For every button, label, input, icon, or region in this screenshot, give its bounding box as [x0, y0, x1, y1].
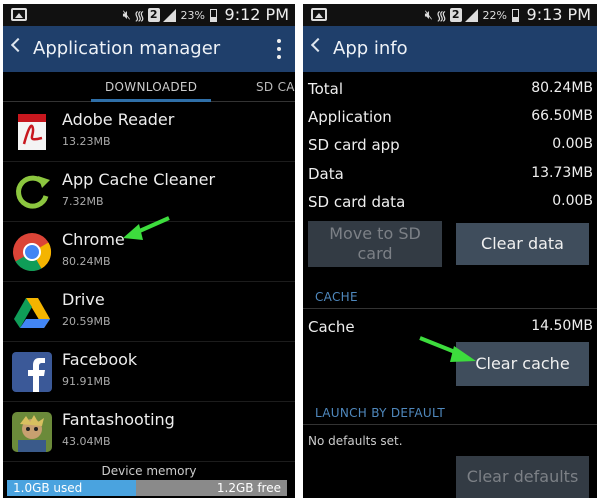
app-name: Fantashooting — [62, 410, 175, 429]
app-size: 7.32MB — [62, 195, 104, 208]
storage-label: SD card data — [308, 193, 406, 211]
tab-sd-card[interactable]: SD CAR — [256, 80, 295, 94]
app-name: Drive — [62, 290, 105, 309]
storage-label: SD card app — [308, 136, 400, 154]
move-to-sd-card-button[interactable]: Move to SD card — [308, 221, 442, 267]
tab-bar: DOWNLOADED SD CAR — [3, 72, 295, 102]
page-title: App info — [333, 38, 408, 59]
storage-label: Application — [308, 108, 392, 126]
app-cache-cleaner-icon — [16, 175, 50, 209]
app-size: 80.24MB — [62, 255, 111, 268]
status-bar: 🔇︎ ᯾ 2 23% 9:12 PM — [3, 4, 295, 26]
memory-bar: 1.0GB used 1.2GB free — [7, 480, 287, 496]
back-icon[interactable] — [10, 37, 26, 53]
action-bar: App info — [303, 26, 597, 72]
battery-icon — [512, 8, 519, 22]
storage-value: 0.00B — [552, 136, 593, 152]
battery-percent: 22% — [482, 8, 507, 22]
memory-free-text: 1.2GB free — [216, 481, 281, 495]
status-time: 9:13 PM — [526, 5, 591, 24]
app-size: 13.23MB — [62, 135, 111, 148]
adobe-reader-icon — [18, 114, 46, 150]
storage-sd-card-app-row: SD card app 0.00B — [308, 136, 593, 154]
mute-icon: 🔇︎ — [424, 7, 433, 23]
clear-defaults-button[interactable]: Clear defaults — [456, 456, 589, 498]
list-item-adobe-reader[interactable]: Adobe Reader 13.23MB — [3, 102, 295, 162]
list-item-app-cache-cleaner[interactable]: App Cache Cleaner 7.32MB — [3, 162, 295, 222]
signal-icon — [464, 8, 478, 22]
list-item-fantashooting[interactable]: Fantashooting 43.04MB — [3, 402, 295, 462]
app-name: Adobe Reader — [62, 110, 175, 129]
green-arrow-icon — [123, 216, 170, 240]
cache-label: Cache — [308, 318, 355, 336]
app-name: Facebook — [62, 350, 138, 369]
overflow-menu-icon[interactable] — [277, 39, 281, 59]
status-time: 9:12 PM — [224, 5, 289, 24]
battery-percent: 23% — [180, 8, 205, 22]
sim-badge: 2 — [449, 8, 462, 22]
status-bar: 🔇︎ ᯾ 2 22% 9:13 PM — [303, 4, 597, 26]
wifi-icon: ᯾ — [133, 9, 145, 24]
battery-icon — [210, 8, 217, 22]
storage-label: Total — [308, 80, 344, 98]
page-title: Application manager — [33, 38, 221, 59]
list-item-drive[interactable]: Drive 20.59MB — [3, 282, 295, 342]
memory-label: Device memory — [101, 464, 197, 478]
app-size: 91.91MB — [62, 375, 111, 388]
storage-value: 0.00B — [552, 193, 593, 209]
app-name: Chrome — [62, 230, 125, 249]
storage-application-row: Application 66.50MB — [308, 108, 593, 126]
storage-value: 66.50MB — [531, 108, 593, 124]
memory-used-text: 1.0GB used — [13, 481, 83, 495]
launch-by-default-header: LAUNCH BY DEFAULT — [315, 406, 445, 420]
storage-sd-card-data-row: SD card data 0.00B — [308, 193, 593, 211]
app-name: App Cache Cleaner — [62, 170, 216, 189]
storage-label: Data — [308, 165, 344, 183]
no-defaults-text: No defaults set. — [308, 434, 403, 448]
tab-downloaded[interactable]: DOWNLOADED — [105, 80, 197, 94]
app-size: 20.59MB — [62, 315, 111, 328]
application-manager-screen: 🔇︎ ᯾ 2 23% 9:12 PM Application manager D… — [3, 4, 295, 498]
list-item-facebook[interactable]: Facebook 91.91MB — [3, 342, 295, 402]
chrome-icon — [13, 233, 52, 272]
back-icon[interactable] — [310, 37, 326, 53]
storage-value: 13.73MB — [531, 165, 593, 181]
action-bar: Application manager — [3, 26, 295, 72]
device-memory: Device memory 1.0GB used 1.2GB free — [3, 458, 295, 498]
cache-value: 14.50MB — [531, 318, 593, 334]
green-arrow-icon — [419, 336, 476, 362]
wifi-icon: ᯾ — [435, 9, 447, 24]
fantashooting-icon — [12, 412, 52, 452]
picture-notification-icon — [11, 8, 27, 21]
storage-value: 80.24MB — [531, 80, 593, 96]
sim-badge: 2 — [147, 8, 160, 22]
app-info-screen: 🔇︎ ᯾ 2 22% 9:13 PM App info Total 80.24M… — [303, 4, 597, 498]
mute-icon: 🔇︎ — [122, 7, 131, 23]
signal-icon — [162, 8, 176, 22]
drive-icon — [14, 298, 50, 328]
facebook-icon — [12, 352, 52, 392]
storage-data-row: Data 13.73MB — [308, 165, 593, 183]
app-size: 43.04MB — [62, 435, 111, 448]
cache-section-header: CACHE — [315, 290, 358, 304]
clear-data-button[interactable]: Clear data — [456, 223, 589, 265]
picture-notification-icon — [311, 8, 327, 21]
storage-total-row: Total 80.24MB — [308, 80, 593, 98]
